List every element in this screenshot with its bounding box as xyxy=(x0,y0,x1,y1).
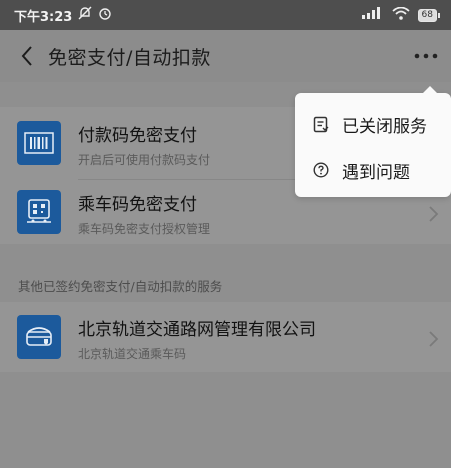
list-item-beijing-metro[interactable]: 北京轨道交通路网管理有限公司 北京轨道交通乘车码 xyxy=(0,305,451,369)
section-label: 其他已签约免密支付/自动扣款的服务 xyxy=(18,279,223,294)
bus-qr-icon xyxy=(17,190,61,234)
list-item-title: 北京轨道交通路网管理有限公司 xyxy=(78,320,316,340)
menu-item-label: 遇到问题 xyxy=(342,162,410,183)
list-item-title: 乘车码免密支付 xyxy=(78,195,197,215)
back-icon[interactable] xyxy=(12,41,42,71)
alarm-clock-icon xyxy=(98,6,112,24)
chevron-right-icon xyxy=(429,331,439,347)
status-bar: 下午3:23 68 xyxy=(0,0,451,30)
page-title: 免密支付/自动扣款 xyxy=(48,46,211,69)
signal-icon xyxy=(361,7,384,23)
list-item-title: 付款码免密支付 xyxy=(78,126,197,146)
list-item-subtitle: 北京轨道交通乘车码 xyxy=(78,347,187,361)
chevron-right-icon xyxy=(429,206,439,222)
other-services-card: 北京轨道交通路网管理有限公司 北京轨道交通乘车码 xyxy=(0,302,451,372)
battery-icon: 68 xyxy=(417,8,441,22)
wifi-icon xyxy=(391,6,410,24)
status-time: 下午3:23 xyxy=(14,9,73,25)
barcode-icon xyxy=(17,121,61,165)
more-options-popup: 已关闭服务 遇到问题 xyxy=(295,86,451,197)
more-options-icon[interactable] xyxy=(411,42,441,70)
mute-bell-icon xyxy=(78,6,92,24)
menu-item-report-problem[interactable]: 遇到问题 xyxy=(295,147,451,193)
menu-item-label: 已关闭服务 xyxy=(342,116,427,137)
list-item-subtitle: 乘车码免密支付授权管理 xyxy=(78,222,211,236)
status-left: 下午3:23 xyxy=(14,6,112,25)
metro-icon xyxy=(17,315,61,359)
help-icon xyxy=(312,161,330,179)
navigation-header: 免密支付/自动扣款 xyxy=(0,30,451,82)
closed-service-icon xyxy=(312,115,330,133)
list-item-subtitle: 开启后可使用付款码支付 xyxy=(78,153,211,167)
menu-item-closed-services[interactable]: 已关闭服务 xyxy=(295,101,451,147)
status-right: 68 xyxy=(361,6,441,24)
